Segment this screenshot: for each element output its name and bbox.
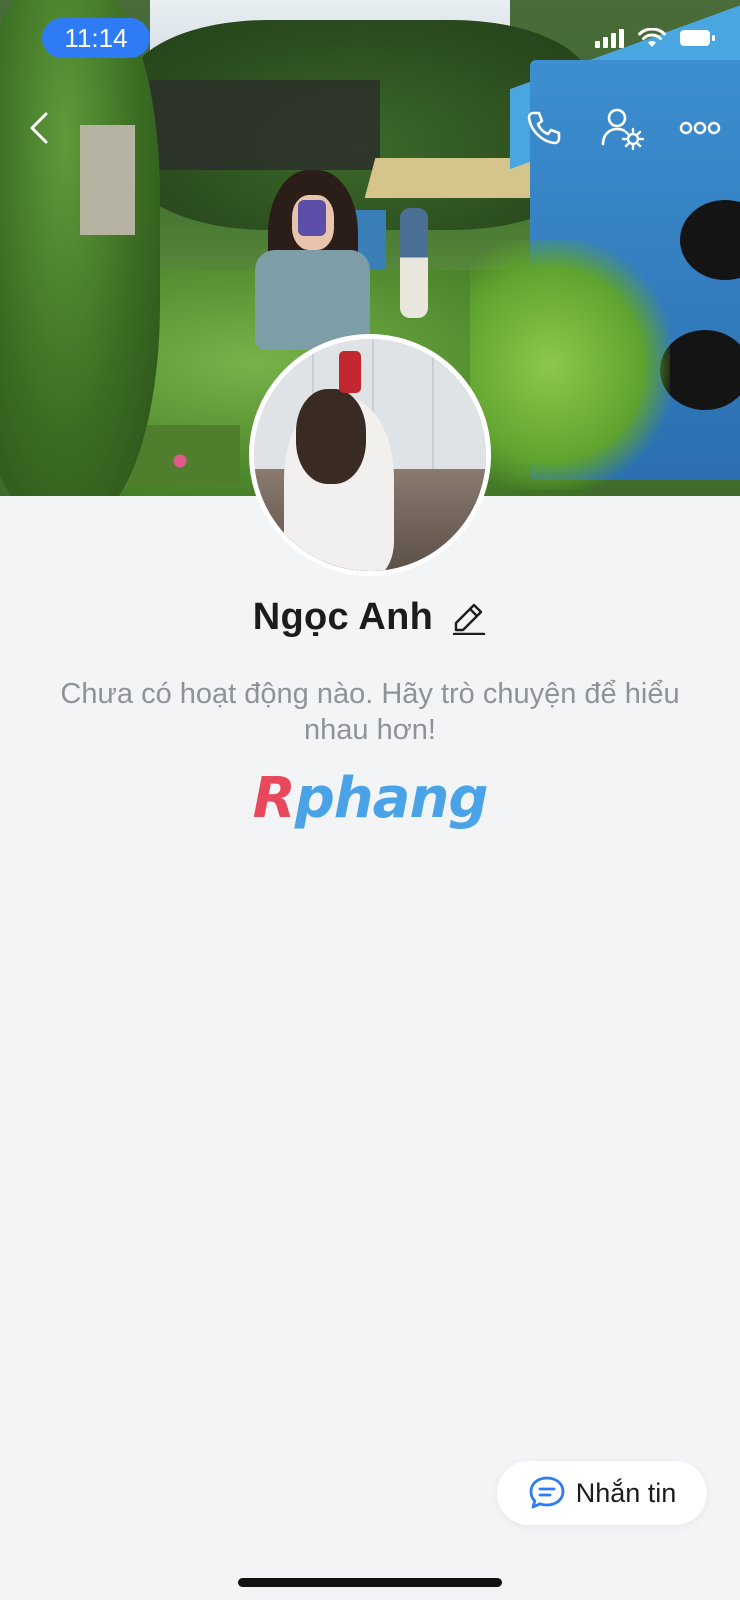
- battery-icon: [680, 30, 715, 46]
- wifi-icon: [638, 28, 666, 47]
- profile-settings-icon[interactable]: [598, 104, 646, 152]
- phone-call-icon[interactable]: [520, 104, 568, 152]
- send-message-button[interactable]: Nhắn tin: [497, 1461, 707, 1525]
- edit-name-icon[interactable]: [451, 600, 487, 636]
- chat-bubble-icon: [529, 1476, 565, 1509]
- cellular-signal-icon: [595, 28, 624, 48]
- profile-screen: 11:14 Ngọc Anh Chưa có hoạt động nào. Hã…: [0, 0, 740, 1600]
- avatar[interactable]: [249, 334, 491, 576]
- more-options-icon[interactable]: [676, 104, 724, 152]
- status-indicators: [595, 28, 715, 48]
- home-indicator[interactable]: [238, 1578, 502, 1587]
- profile-name: Ngọc Anh: [252, 596, 434, 638]
- watermark-logo: Rphang: [0, 766, 740, 831]
- watermark-rest: phang: [294, 766, 489, 831]
- profile-name-row: Ngọc Anh: [0, 596, 740, 639]
- watermark-first-letter: R: [252, 766, 296, 831]
- back-icon[interactable]: [16, 104, 64, 152]
- send-message-label: Nhắn tin: [575, 1477, 677, 1508]
- empty-activity-text: Chưa có hoạt động nào. Hãy trò chuyện để…: [60, 678, 680, 746]
- status-time: 11:14: [42, 18, 150, 58]
